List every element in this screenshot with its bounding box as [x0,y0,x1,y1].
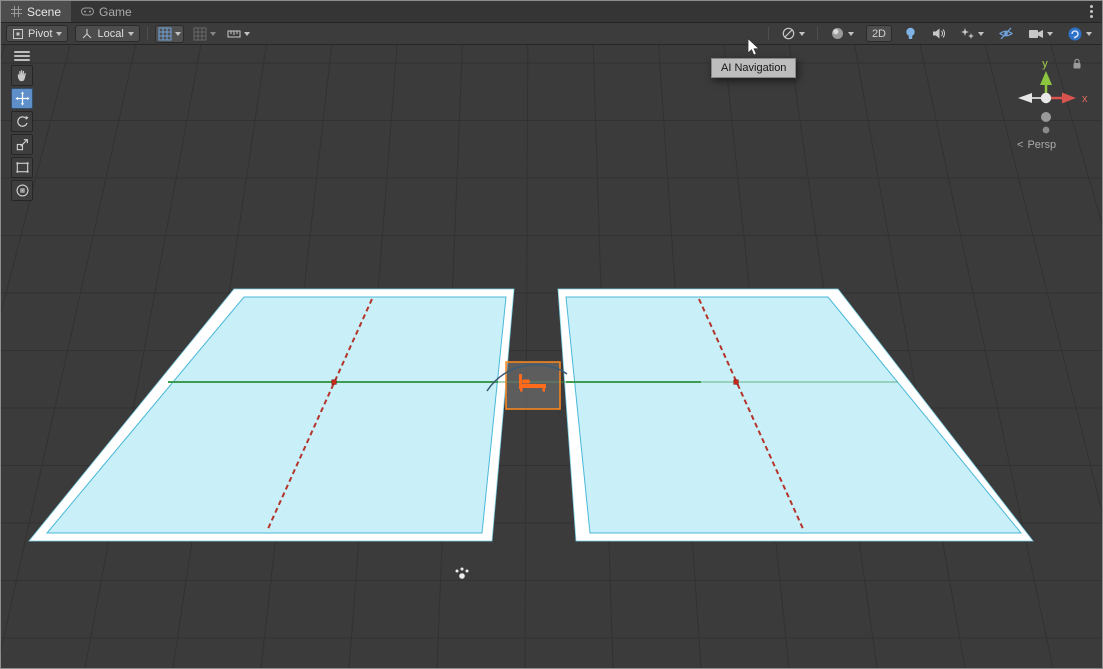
audio-icon [931,26,946,41]
tool-palette [11,49,33,201]
transform-tool-button[interactable] [11,180,33,201]
tab-game[interactable]: Game [71,1,142,22]
move-tool-icon [15,91,30,106]
move-tool-button[interactable] [11,88,33,109]
overlay-menu-icon[interactable] [11,49,33,63]
chevron-down-icon[interactable] [848,32,854,36]
projection-label[interactable]: < Persp [1017,139,1056,151]
scene-audio-toggle[interactable] [929,25,948,43]
gizmo-lock[interactable] [1071,57,1083,70]
grid-visibility-icon [158,27,172,41]
2d-label: 2D [872,28,886,40]
scale-tool-button[interactable] [11,134,33,155]
tab-scene-label: Scene [27,5,61,19]
scene-lighting-toggle[interactable] [902,25,919,43]
rotate-tool-icon [15,114,30,129]
rotate-tool-button[interactable] [11,111,33,132]
pivot-icon [12,28,24,40]
shading-mode-dropdown[interactable] [828,25,856,43]
y-axis-cone[interactable] [1040,71,1052,85]
tooltip-text: AI Navigation [721,62,786,74]
local-dropdown[interactable]: Local [75,25,139,42]
toolbar-separator [817,27,818,40]
z-axis-ball[interactable] [1043,127,1050,134]
toolbar-right-group: 2D [768,25,1097,43]
scene-grid-icon [11,6,22,17]
visibility-icon [998,26,1014,41]
lock-icon [1071,57,1083,70]
perspective-grid [1,45,1102,668]
chevron-down-icon [56,32,62,36]
toolbar-separator [768,27,769,40]
chevron-down-icon[interactable] [244,32,250,36]
pivot-label: Pivot [28,28,52,40]
overlays-dropdown[interactable] [1065,25,1094,43]
gizmo-center-ball[interactable] [1041,93,1051,103]
tab-scene[interactable]: Scene [1,1,71,22]
scene-visibility-toggle[interactable] [996,25,1016,43]
table-right[interactable] [558,289,1033,541]
scene-viewport[interactable]: y x < Persp AI Navigation [1,45,1102,668]
local-label: Local [97,28,123,40]
local-axis-icon [81,28,93,40]
hand-tool-button[interactable] [11,65,33,86]
camera-icon [1028,27,1044,40]
table-left[interactable] [29,289,514,541]
chevron-down-icon [128,32,134,36]
scale-tool-icon [15,137,30,152]
grid-snap-icon [193,27,207,41]
scene-camera-dropdown[interactable] [1026,25,1055,43]
gamepad-icon [81,7,94,16]
rect-tool-icon [15,160,30,175]
scene-3d-view[interactable] [1,45,1102,668]
y-axis-label: y [1042,58,1048,70]
x-axis-label: x [1082,93,1088,105]
chevron-down-icon[interactable] [1047,32,1053,36]
chevron-down-icon[interactable] [175,32,181,36]
tab-bar: Scene Game [1,1,1102,23]
transform-tool-icon [15,183,30,198]
2d-toggle[interactable]: 2D [866,25,892,42]
persp-text: Persp [1027,139,1056,151]
snap-increment-toggle[interactable] [225,25,252,43]
neg-x-axis-cone[interactable] [1018,93,1032,103]
effects-dropdown[interactable] [958,25,986,43]
x-axis-cone[interactable] [1062,93,1076,104]
grid-visibility-toggle[interactable] [155,25,184,43]
effects-icon [960,26,975,41]
scene-toolbar: Pivot Local [1,23,1102,45]
snap-increment-icon [227,27,241,41]
grid-snap-toggle[interactable] [191,25,218,43]
kebab-menu-icon[interactable] [1081,1,1102,22]
unity-scene-window: Scene Game Pivot Local [0,0,1103,669]
hand-tool-icon [15,68,30,83]
ai-navigation-icon [781,26,796,41]
lightbulb-icon [904,26,917,41]
shading-mode-icon [830,26,845,41]
overlays-icon [1067,26,1083,42]
chevron-down-icon[interactable] [978,32,984,36]
paw-marker-icon [456,568,469,579]
persp-chevron: < [1017,139,1023,151]
ai-navigation-toggle[interactable] [779,25,807,43]
mouse-cursor-icon [747,38,761,63]
tab-game-label: Game [99,5,132,19]
neg-y-axis-ball[interactable] [1041,112,1051,122]
chevron-down-icon[interactable] [799,32,805,36]
chevron-down-icon[interactable] [1086,32,1092,36]
pivot-dropdown[interactable]: Pivot [6,25,68,42]
toolbar-separator [147,27,148,40]
rect-tool-button[interactable] [11,157,33,178]
chevron-down-icon[interactable] [210,32,216,36]
